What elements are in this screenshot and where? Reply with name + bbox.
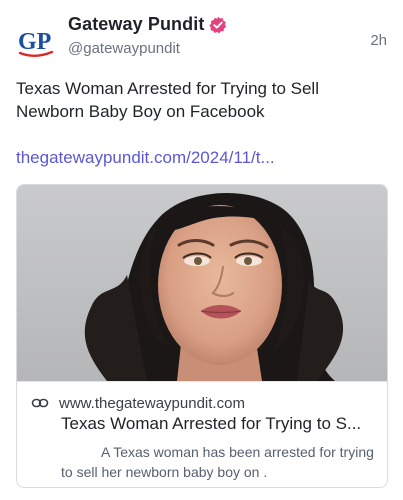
author-name-row: Gateway Pundit (68, 14, 227, 35)
svg-text:GP: GP (18, 29, 51, 55)
social-post: GP Gateway Pundit @gatewaypundit 2h Texa… (0, 0, 403, 500)
card-description: A Texas woman has been arrested for tryi… (61, 444, 374, 480)
link-preview-card[interactable]: www.thegatewaypundit.com Texas Woman Arr… (16, 184, 388, 488)
avatar[interactable]: GP (16, 22, 56, 62)
post-timestamp[interactable]: 2h (370, 32, 387, 49)
author-block: Gateway Pundit @gatewaypundit (68, 14, 227, 57)
card-meta: www.thegatewaypundit.com Texas Woman Arr… (17, 381, 387, 487)
author-name[interactable]: Gateway Pundit (68, 14, 204, 35)
verified-badge-icon (209, 16, 227, 34)
card-domain: www.thegatewaypundit.com (59, 394, 245, 412)
post-link[interactable]: thegatewaypundit.com/2024/11/t... (16, 148, 275, 168)
link-icon (31, 394, 49, 412)
gateway-pundit-logo-icon: GP (18, 29, 54, 57)
card-title: Texas Woman Arrested for Trying to S... (61, 414, 362, 433)
author-handle[interactable]: @gatewaypundit (68, 40, 227, 57)
mugshot-photo (17, 185, 387, 381)
post-text: Texas Woman Arrested for Trying to Sell … (16, 79, 319, 121)
domain-row: www.thegatewaypundit.com (31, 394, 245, 412)
